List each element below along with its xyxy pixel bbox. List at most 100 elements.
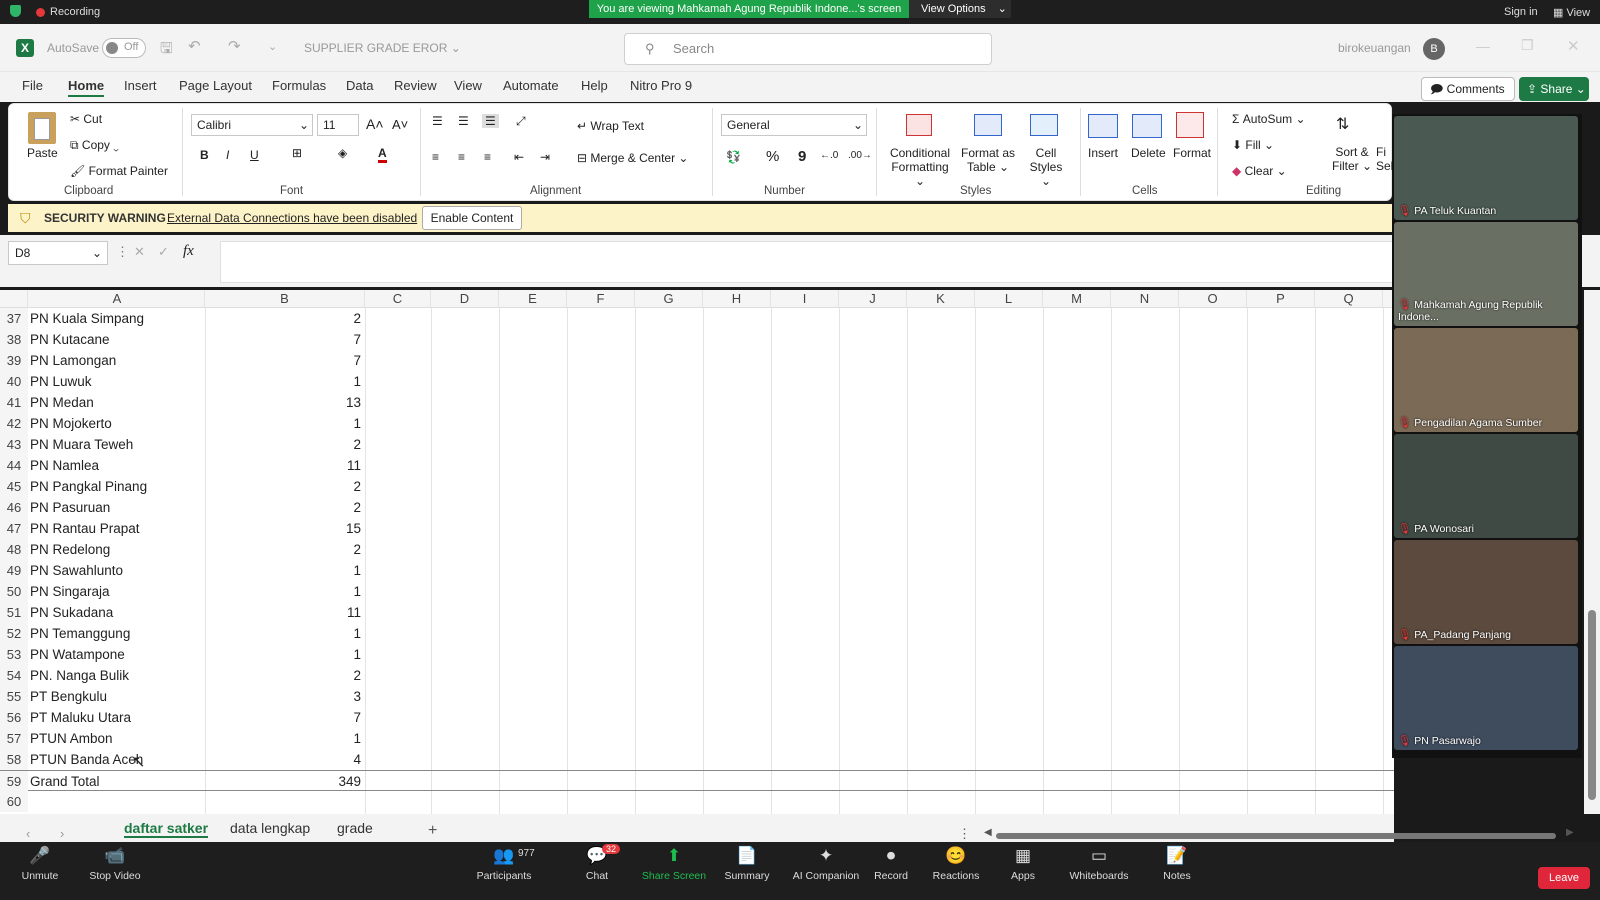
sheet-tab-grade[interactable]: grade	[337, 820, 373, 836]
next-sheet-icon[interactable]: ›	[60, 826, 64, 841]
row-number[interactable]: 60	[0, 791, 28, 812]
column-header-g[interactable]: G	[635, 290, 703, 308]
vertical-scrollbar[interactable]	[1584, 290, 1600, 814]
font-size-select[interactable]: 11	[317, 114, 359, 136]
find-select-button[interactable]: Fi Sel	[1376, 145, 1393, 173]
scroll-right-icon[interactable]: ▶	[1566, 827, 1574, 838]
column-header-q[interactable]: Q	[1315, 290, 1383, 308]
cell-b[interactable]: 15	[205, 518, 365, 539]
table-row[interactable]: 45 PN Pangkal Pinang 2	[0, 476, 1394, 497]
cell-b[interactable]: 2	[205, 497, 365, 518]
cell-b[interactable]: 1	[205, 560, 365, 581]
row-number[interactable]: 38	[0, 329, 28, 350]
video-tile[interactable]: 🎙 PA Wonosari	[1394, 434, 1578, 538]
menu-help[interactable]: Help	[581, 78, 608, 93]
decrease-font-icon[interactable]: A˅	[392, 117, 408, 132]
column-header-d[interactable]: D	[431, 290, 499, 308]
align-right-icon[interactable]: ≡	[484, 150, 491, 164]
cell-b[interactable]: 11	[205, 602, 365, 623]
video-tile[interactable]: 🎙 PN Pasarwajo	[1394, 646, 1578, 750]
cell-b[interactable]: 2	[205, 476, 365, 497]
scroll-thumb[interactable]	[1588, 610, 1596, 800]
sort-filter-button[interactable]: Sort & Filter ⌄	[1332, 145, 1372, 173]
cell-a[interactable]: PN Pasuruan	[30, 497, 110, 518]
column-header-c[interactable]: C	[365, 290, 431, 308]
align-center-icon[interactable]: ≡	[458, 150, 465, 164]
cell-b[interactable]	[205, 791, 365, 812]
cell-b[interactable]: 1	[205, 623, 365, 644]
cell-b[interactable]: 13	[205, 392, 365, 413]
apps-icon[interactable]: ▦	[983, 846, 1063, 866]
column-header-l[interactable]: L	[975, 290, 1043, 308]
share-button[interactable]: ⇪ Share ⌄	[1519, 77, 1589, 101]
decrease-indent-icon[interactable]: ⇤	[514, 150, 524, 164]
table-row[interactable]: 56 PT Maluku Utara 7	[0, 707, 1394, 728]
increase-indent-icon[interactable]: ⇥	[540, 150, 550, 164]
table-row[interactable]: 50 PN Singaraja 1	[0, 581, 1394, 602]
cell-b[interactable]: 349	[205, 771, 365, 792]
percent-icon[interactable]: %	[766, 148, 779, 165]
row-number[interactable]: 54	[0, 665, 28, 686]
whiteboards-button[interactable]: Whiteboards	[1059, 870, 1139, 882]
close-icon[interactable]: ✕	[1567, 37, 1580, 55]
cell-a[interactable]: PN Lamongan	[30, 350, 116, 371]
table-row[interactable]: 57 PTUN Ambon 1	[0, 728, 1394, 749]
cell-a[interactable]: PN Mojokerto	[30, 413, 112, 434]
participants-button[interactable]: Participants	[464, 870, 544, 882]
align-left-icon[interactable]: ≡	[432, 150, 439, 164]
cell-b[interactable]: 1	[205, 728, 365, 749]
underline-icon[interactable]: U	[250, 148, 259, 162]
table-row[interactable]: 58 PTUN Banda Aceh 4	[0, 749, 1394, 770]
menu-data[interactable]: Data	[346, 78, 373, 93]
menu-review[interactable]: Review	[394, 78, 437, 93]
cell-a[interactable]: PN Kutacane	[30, 329, 110, 350]
summary-icon[interactable]: 📄	[707, 846, 787, 866]
recording-indicator[interactable]: Recording	[36, 6, 100, 18]
table-row[interactable]: 39 PN Lamongan 7	[0, 350, 1394, 371]
menu-view[interactable]: View	[454, 78, 482, 93]
cell-b[interactable]: 7	[205, 350, 365, 371]
more-icon[interactable]: ⋮	[116, 244, 129, 260]
italic-icon[interactable]: I	[226, 148, 229, 162]
column-header-j[interactable]: J	[839, 290, 907, 308]
stop-video-icon[interactable]: 📹	[75, 846, 155, 866]
table-row[interactable]: 53 PN Watampone 1	[0, 644, 1394, 665]
autosave-toggle[interactable]: Off	[102, 38, 146, 58]
format-cells-icon[interactable]	[1176, 112, 1204, 138]
table-row[interactable]: 41 PN Medan 13	[0, 392, 1394, 413]
fill-button[interactable]: ⬇ Fill ⌄	[1232, 138, 1274, 152]
merge-center-button[interactable]: ⊟ Merge & Center ⌄	[577, 151, 688, 165]
format-painter-button[interactable]: 🖌 Format Painter	[70, 164, 168, 178]
cell-a[interactable]: PN Watampone	[30, 644, 125, 665]
cell-b[interactable]: 1	[205, 644, 365, 665]
column-header-i[interactable]: I	[771, 290, 839, 308]
table-row[interactable]: 48 PN Redelong 2	[0, 539, 1394, 560]
row-number[interactable]: 43	[0, 434, 28, 455]
warning-message[interactable]: External Data Connections have been disa…	[167, 211, 417, 225]
spreadsheet-grid[interactable]: ABCDEFGHIJKLMNOPQ 37 PN Kuala Simpang 2 38 P…	[0, 290, 1394, 814]
row-number[interactable]: 44	[0, 455, 28, 476]
cell-a[interactable]: PN Rantau Prapat	[30, 518, 140, 539]
cell-a[interactable]: PT Maluku Utara	[30, 707, 131, 728]
menu-nitro[interactable]: Nitro Pro 9	[630, 78, 692, 93]
row-number[interactable]: 37	[0, 308, 28, 329]
table-row[interactable]: 55 PT Bengkulu 3	[0, 686, 1394, 707]
cell-b[interactable]: 7	[205, 707, 365, 728]
cell-b[interactable]: 2	[205, 308, 365, 329]
avatar[interactable]: B	[1423, 38, 1445, 60]
cell-styles-icon[interactable]	[1030, 114, 1058, 136]
leave-button[interactable]: Leave	[1538, 867, 1590, 889]
summary-button[interactable]: Summary	[707, 870, 787, 882]
table-row[interactable]: 54 PN. Nanga Bulik 2	[0, 665, 1394, 686]
align-top-icon[interactable]: ☰	[432, 114, 443, 128]
paste-icon[interactable]	[28, 112, 56, 144]
borders-icon[interactable]: ⊞	[292, 146, 302, 160]
sign-in-link[interactable]: Sign in	[1504, 6, 1538, 18]
cell-b[interactable]: 1	[205, 413, 365, 434]
column-header-p[interactable]: P	[1247, 290, 1315, 308]
cell-a[interactable]: PN Luwuk	[30, 371, 92, 392]
font-name-select[interactable]: Calibri ⌄	[191, 114, 313, 136]
undo-icon[interactable]: ↶	[188, 37, 201, 55]
cell-b[interactable]: 3	[205, 686, 365, 707]
row-number[interactable]: 45	[0, 476, 28, 497]
